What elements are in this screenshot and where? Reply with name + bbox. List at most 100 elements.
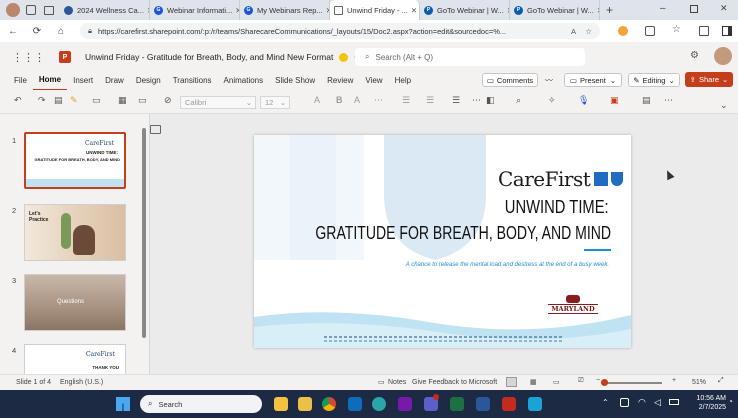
- format-painter-icon[interactable]: ✎: [70, 95, 78, 106]
- more-paragraph-icon[interactable]: ⋯: [472, 95, 481, 106]
- sensitivity-shield-icon[interactable]: [339, 52, 349, 62]
- bullets-icon[interactable]: ☰: [402, 95, 410, 106]
- sidebar-icon[interactable]: [722, 26, 732, 36]
- home-icon[interactable]: ⌂: [52, 26, 70, 37]
- tab-design[interactable]: Design: [130, 72, 167, 90]
- snowflake-app-icon[interactable]: [528, 397, 542, 411]
- app-launcher-icon[interactable]: ⋮⋮⋮: [12, 51, 45, 64]
- close-tab-icon[interactable]: ✕: [323, 6, 329, 15]
- notification-bell-icon[interactable]: ◔: [728, 397, 733, 406]
- browser-tab-2[interactable]: G Webinar Informati...✕: [150, 0, 240, 20]
- zoom-out-icon[interactable]: −: [596, 377, 600, 384]
- tab-help[interactable]: Help: [389, 72, 417, 90]
- back-icon[interactable]: ←: [4, 26, 22, 37]
- indent-icon[interactable]: ☰: [426, 95, 434, 106]
- maximize-button[interactable]: [690, 5, 698, 13]
- language-indicator[interactable]: English (U.S.): [60, 379, 103, 386]
- align-icon[interactable]: ☰: [452, 95, 460, 106]
- show-hidden-icons-icon[interactable]: ⌃: [602, 398, 609, 407]
- font-name-select[interactable]: Calibri ⌄: [180, 96, 256, 109]
- notes-button[interactable]: Notes: [388, 379, 406, 386]
- catch-up-icon[interactable]: 〰: [545, 75, 553, 86]
- editing-mode-button[interactable]: ✎ Editing ⌄: [628, 73, 680, 87]
- clock[interactable]: 10:56 AM 2/7/2025: [686, 394, 726, 412]
- workspaces-icon[interactable]: [26, 5, 36, 15]
- chrome-icon[interactable]: [322, 397, 336, 411]
- tab-insert[interactable]: Insert: [67, 72, 99, 90]
- tab-draw[interactable]: Draw: [99, 72, 130, 90]
- volume-icon[interactable]: ◁: [654, 397, 661, 408]
- tab-review[interactable]: Review: [321, 72, 359, 90]
- favorites-icon[interactable]: ☆: [672, 24, 681, 35]
- paste-icon[interactable]: ▤: [54, 95, 63, 106]
- share-button[interactable]: ⇪ Share ⌄: [685, 72, 733, 87]
- tab-view[interactable]: View: [359, 72, 388, 90]
- shape-fill-icon[interactable]: ▣: [610, 95, 619, 106]
- new-tab-button[interactable]: +: [606, 3, 613, 17]
- redo-icon[interactable]: ↷: [38, 95, 46, 106]
- thumbnail-slide-3[interactable]: Questions: [24, 274, 126, 331]
- close-tab-icon[interactable]: ✕: [594, 6, 599, 15]
- notes-icon[interactable]: ▭: [378, 378, 385, 386]
- tab-transitions[interactable]: Transitions: [167, 72, 218, 90]
- taskbar-search-box[interactable]: ⌕ Search: [140, 395, 262, 413]
- section-icon[interactable]: ▭: [138, 95, 147, 106]
- slide-sorter-icon[interactable]: ▦: [530, 378, 537, 386]
- edge-icon[interactable]: [372, 397, 386, 411]
- network-icon[interactable]: [620, 398, 629, 407]
- fit-slide-icon[interactable]: ⎚: [578, 377, 584, 385]
- excel-icon[interactable]: [450, 397, 464, 411]
- thumbnail-slide-1[interactable]: CareFirst UNWIND TIME: GRATITUDE FOR BRE…: [24, 132, 126, 189]
- shapes-icon[interactable]: ◧: [486, 95, 495, 106]
- extension-icon[interactable]: [618, 26, 628, 36]
- close-tab-icon[interactable]: ✕: [408, 6, 417, 15]
- tab-animations[interactable]: Animations: [218, 72, 270, 90]
- word-icon[interactable]: [476, 397, 490, 411]
- settings-gear-icon[interactable]: ⚙: [690, 50, 699, 61]
- close-window-button[interactable]: ✕: [720, 3, 728, 14]
- start-windows-icon[interactable]: [116, 397, 130, 411]
- document-title[interactable]: Unwind Friday - Gratitude for Breath, Bo…: [85, 52, 333, 62]
- undo-icon[interactable]: ↶: [14, 95, 22, 106]
- mail-widget-icon[interactable]: [298, 397, 312, 411]
- zoom-in-icon[interactable]: +: [672, 377, 676, 384]
- zoom-slider-thumb[interactable]: [601, 379, 608, 386]
- thumbnail-slide-2[interactable]: Let's Practice: [24, 204, 126, 261]
- reading-view-icon[interactable]: ▭: [553, 378, 560, 386]
- onenote-icon[interactable]: [398, 397, 412, 411]
- more-options-icon[interactable]: ⋯: [664, 95, 673, 106]
- highlight-icon[interactable]: A: [354, 95, 360, 105]
- designer-icon[interactable]: ✧: [548, 95, 556, 106]
- thumbnail-slide-4[interactable]: CareFirst THANK YOU: [24, 344, 126, 374]
- browser-tab-1[interactable]: 2024 Wellness Ca...✕: [60, 0, 150, 20]
- zoom-slider[interactable]: [601, 379, 662, 386]
- collections-icon[interactable]: [699, 26, 709, 36]
- search-box[interactable]: ⌕ Search (Alt + Q): [355, 48, 585, 66]
- dictate-icon[interactable]: 🎙︎: [578, 95, 589, 106]
- favorite-star-icon[interactable]: ☆: [585, 27, 592, 36]
- collapse-ribbon-icon[interactable]: ⌄: [720, 100, 728, 111]
- outlook-icon[interactable]: [348, 397, 362, 411]
- toggle-pane-icon[interactable]: [150, 125, 161, 134]
- url-field[interactable]: 🔒︎ https://carefirst.sharepoint.com/:p:/…: [80, 23, 600, 39]
- present-button[interactable]: ▭ Present ⌄: [564, 73, 622, 87]
- fit-to-window-icon[interactable]: ⤢: [718, 377, 724, 385]
- font-size-select[interactable]: 12 ⌄: [260, 96, 290, 109]
- browser-tab-5[interactable]: PGoTo Webinar | W...✕: [420, 0, 510, 20]
- comments-button[interactable]: ▭ Comments: [482, 73, 538, 87]
- font-color-icon[interactable]: A: [314, 95, 320, 105]
- normal-view-icon[interactable]: [506, 377, 517, 387]
- new-slide-icon[interactable]: ▭: [92, 95, 101, 106]
- user-avatar[interactable]: [714, 47, 732, 65]
- refresh-icon[interactable]: ⟳: [28, 26, 46, 37]
- arrange-icon[interactable]: ▤: [642, 95, 651, 106]
- browser-tab-3[interactable]: G My Webinars Rep...✕: [240, 0, 330, 20]
- layout-icon[interactable]: ▦: [118, 95, 127, 106]
- bold-icon[interactable]: B: [336, 95, 343, 105]
- tab-file[interactable]: File: [8, 72, 33, 90]
- read-aloud-icon[interactable]: A: [571, 27, 576, 36]
- tab-home[interactable]: Home: [32, 71, 68, 91]
- wifi-icon[interactable]: ◠: [638, 397, 646, 408]
- profile-avatar[interactable]: [6, 3, 20, 17]
- browser-tab-4[interactable]: Unwind Friday - ... ✕: [330, 0, 420, 20]
